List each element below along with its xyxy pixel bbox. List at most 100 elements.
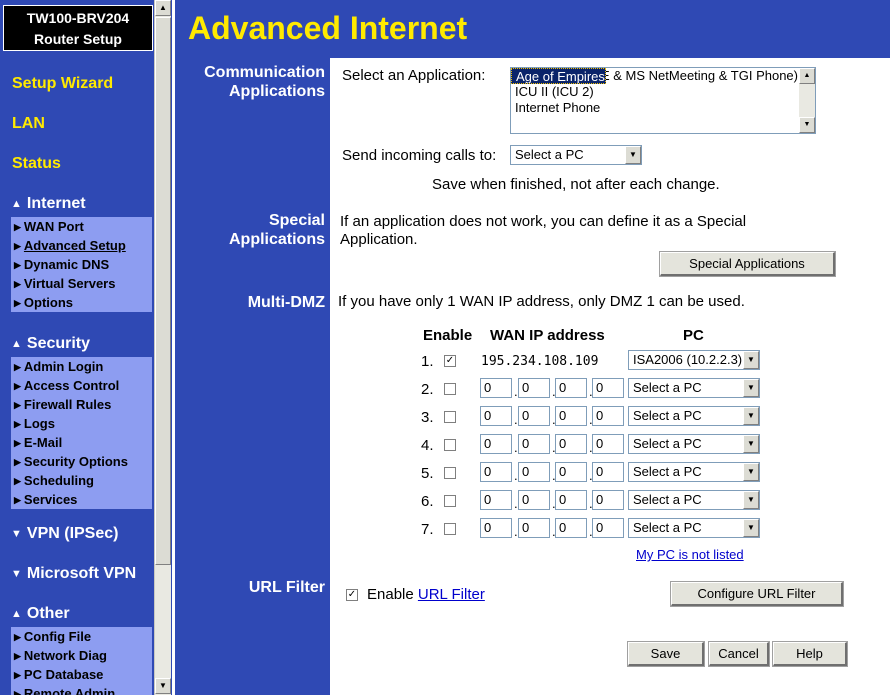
nav-advanced-setup[interactable]: ▶ Advanced Setup [11,236,152,255]
url-filter-checkbox[interactable]: ✓ [346,589,358,601]
ip-octet-input[interactable]: 0 [518,434,550,454]
nav-status[interactable]: Status [12,155,61,173]
chevron-down-icon: ▼ [625,146,641,164]
special-applications-button[interactable]: Special Applications [659,251,836,277]
nav-remote-admin[interactable]: ▶ Remote Admin [11,684,152,695]
nav-security-options[interactable]: ▶ Security Options [11,452,152,471]
ip-octet-input[interactable]: 0 [555,378,587,398]
chevron-down-icon: ▼ [743,351,759,369]
ip-octet-input[interactable]: 0 [480,378,512,398]
section-label-special: Special Applications [228,212,325,248]
dmz-pc-select[interactable]: Select a PC ▼ [628,490,760,510]
nav-network-diag[interactable]: ▶ Network Diag [11,646,152,665]
send-calls-select[interactable]: Select a PC ▼ [510,145,642,165]
ip-octet-input[interactable]: 0 [480,518,512,538]
pc-not-listed-link[interactable]: My PC is not listed [636,547,744,562]
nav-wan-port[interactable]: ▶ WAN Port [11,217,152,236]
brand-subtitle: Router Setup [34,31,122,47]
nav-section-other[interactable]: ▲ Other [11,605,70,623]
dmz-enable-checkbox[interactable] [444,411,456,423]
scroll-up-icon[interactable]: ▲ [799,68,815,84]
triangle-down-icon: ▼ [11,568,22,580]
arrow-right-icon: ▶ [14,298,21,308]
ip-octet-input[interactable]: 0 [592,518,624,538]
help-button[interactable]: Help [772,641,848,667]
scrollbar-thumb[interactable] [155,17,171,565]
arrow-right-icon: ▶ [14,438,21,448]
configure-url-filter-button[interactable]: Configure URL Filter [670,581,844,607]
ip-octet-input[interactable]: 0 [555,406,587,426]
nav-section-vpn[interactable]: ▼ VPN (IPSec) [11,525,118,543]
dmz-row-number: 4. [421,437,434,454]
dmz-enable-checkbox[interactable]: ✓ [444,355,456,367]
save-note: Save when finished, not after each chang… [432,176,720,193]
ip-octet-input[interactable]: 0 [480,490,512,510]
ip-octet-input[interactable]: 0 [592,434,624,454]
ip-octet-input[interactable]: 0 [592,462,624,482]
nav-scrollbar[interactable]: ▲ ▼ [154,0,171,695]
brand-model: TW100-BRV204 [26,10,130,26]
dmz-pc-select[interactable]: ISA2006 (10.2.2.3) ▼ [628,350,760,370]
app-option[interactable]: Internet Phone [511,100,815,116]
dmz-pc-select[interactable]: Select a PC ▼ [628,434,760,454]
arrow-right-icon: ▶ [14,419,21,429]
nav-scheduling[interactable]: ▶ Scheduling [11,471,152,490]
nav-config-file[interactable]: ▶ Config File [11,627,152,646]
ip-octet-input[interactable]: 0 [518,462,550,482]
dmz-pc-select[interactable]: Select a PC ▼ [628,378,760,398]
dmz-enable-checkbox[interactable] [444,523,456,535]
scroll-up-icon[interactable]: ▲ [155,0,171,16]
dmz-enable-checkbox[interactable] [444,383,456,395]
ip-octet-input[interactable]: 0 [555,462,587,482]
scroll-down-icon[interactable]: ▼ [155,678,171,694]
nav-logs[interactable]: ▶ Logs [11,414,152,433]
nav-email[interactable]: ▶ E-Mail [11,433,152,452]
ip-octet-input[interactable]: 0 [555,490,587,510]
dmz-description: If you have only 1 WAN IP address, only … [338,293,745,310]
ip-octet-input[interactable]: 0 [592,378,624,398]
ip-octet-input[interactable]: 0 [518,518,550,538]
dmz-enable-checkbox[interactable] [444,439,456,451]
ip-octet-input[interactable]: 0 [555,518,587,538]
nav-admin-login[interactable]: ▶ Admin Login [11,357,152,376]
select-application-label: Select an Application: [342,67,486,84]
security-submenu: ▶ Admin Login ▶ Access Control ▶ Firewall R… [11,357,152,509]
ip-octet-input[interactable]: 0 [480,462,512,482]
nav-services[interactable]: ▶ Services [11,490,152,509]
ip-octet-input[interactable]: 0 [480,406,512,426]
ip-octet-input[interactable]: 0 [518,406,550,426]
ip-octet-input[interactable]: 0 [592,406,624,426]
app-option[interactable]: Age of Empires [511,68,606,84]
nav-section-security[interactable]: ▲ Security [11,335,90,353]
ip-octet-input[interactable]: 0 [592,490,624,510]
ip-octet-input[interactable]: 0 [518,378,550,398]
nav-pc-database[interactable]: ▶ PC Database [11,665,152,684]
dmz-pc-select[interactable]: Select a PC ▼ [628,518,760,538]
ip-octet-input[interactable]: 0 [555,434,587,454]
scroll-down-icon[interactable]: ▼ [799,117,815,133]
dmz-enable-checkbox[interactable] [444,467,456,479]
application-listbox[interactable]: Age of Empires H323(CUseeME & MS NetMeet… [510,67,816,134]
url-filter-link[interactable]: URL Filter [418,586,485,603]
ip-octet-input[interactable]: 0 [480,434,512,454]
app-option[interactable]: ICU II (ICU 2) [511,84,815,100]
nav-section-microsoft-vpn[interactable]: ▼ Microsoft VPN [11,565,136,583]
nav-section-internet[interactable]: ▲ Internet [11,195,86,213]
dmz-pc-select[interactable]: Select a PC ▼ [628,462,760,482]
dmz-enable-checkbox[interactable] [444,495,456,507]
listbox-scrollbar[interactable]: ▲ ▼ [799,68,815,133]
nav-firewall-rules[interactable]: ▶ Firewall Rules [11,395,152,414]
nav-options[interactable]: ▶ Options [11,293,152,312]
section-label-communication: Communication Applications [204,64,325,100]
nav-access-control[interactable]: ▶ Access Control [11,376,152,395]
chevron-down-icon: ▼ [743,519,759,537]
cancel-button[interactable]: Cancel [708,641,770,667]
nav-setup-wizard[interactable]: Setup Wizard [12,75,113,93]
nav-virtual-servers[interactable]: ▶ Virtual Servers [11,274,152,293]
dmz-row-number: 6. [421,493,434,510]
ip-octet-input[interactable]: 0 [518,490,550,510]
nav-dynamic-dns[interactable]: ▶ Dynamic DNS [11,255,152,274]
dmz-pc-select[interactable]: Select a PC ▼ [628,406,760,426]
nav-lan[interactable]: LAN [12,115,45,133]
save-button[interactable]: Save [627,641,705,667]
